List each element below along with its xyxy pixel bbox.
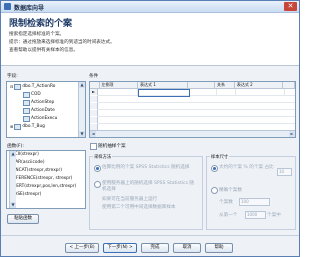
next-button[interactable]: 下一步(N) >	[103, 243, 137, 253]
size-option-1-label: 大约的个案 % 的个案 占比	[219, 165, 274, 170]
grid-header-cell	[90, 82, 100, 88]
database-wizard-window: 数据库向导 ✕ 限制检索的个案 搜索指定选择标准的个案。 提示：通过拖放来选择标…	[0, 0, 300, 257]
method-radio-1[interactable]	[94, 165, 101, 172]
help-button[interactable]: 帮助	[205, 243, 233, 253]
size-from-suffix: 个案中	[267, 213, 281, 218]
conditions-hscrollbar[interactable]: ◄ ►	[90, 130, 295, 137]
tree-item-label: ActionStep	[31, 100, 55, 105]
tree-table-actionro[interactable]: ⊟ dbo.T_ActionRo	[10, 83, 55, 90]
tree-field-actionexecu[interactable]: ActionExecu	[23, 115, 57, 122]
tree-item-label: ActionExecu	[31, 116, 58, 121]
tree-item-label: COD	[31, 92, 41, 97]
scroll-down-icon[interactable]: ▼	[10, 202, 16, 208]
grid-header-expr1[interactable]: 表达式 1	[138, 82, 188, 88]
tree-item-label: ActionDate	[31, 108, 55, 113]
method-option-1-label: 估算比例的个案 SPSS Statistics 随机选择	[102, 165, 190, 170]
sampling-method-group: 采样方法 估算比例的个案 SPSS Statistics 随机选择 使用服务器上…	[89, 154, 203, 230]
table-icon	[14, 123, 22, 130]
fields-label: 字段:	[7, 74, 18, 79]
functions-label: 函数(F):	[7, 144, 24, 149]
instruction-line-3: 查看帮助以提供有关样本的信息。	[9, 48, 78, 53]
grid-header-expr2[interactable]: 表达式 2	[235, 82, 283, 88]
instruction-line-1: 搜索指定选择标准的个案。	[9, 32, 65, 37]
page-title: 限制检索的个案	[9, 19, 73, 29]
grid-cell[interactable]	[190, 89, 217, 95]
field-icon	[23, 91, 30, 98]
functions-list[interactable]: ASCII(strexpr) CHAR(asciicode) CONCAT(st…	[6, 150, 86, 209]
table-row[interactable]	[97, 117, 295, 124]
grid-header-relation[interactable]: 关系	[215, 82, 235, 88]
size-count-label: 个案数	[219, 200, 233, 205]
list-item[interactable]: CONCAT(strexpr,strexpr)	[9, 168, 62, 173]
back-button[interactable]: < 上一步(B)	[65, 243, 99, 253]
table-icon	[14, 83, 22, 90]
table-row[interactable]	[97, 110, 295, 117]
sampling-method-caption: 采样方法	[93, 154, 113, 160]
random-sample-label: 随机抽样个案	[98, 144, 126, 149]
table-row[interactable]	[97, 103, 295, 110]
method-option-2-label: 使用服务器上的随机选择 SPSS Statistics 随机选择	[102, 181, 195, 192]
tree-table-bug[interactable]: ⊞ dbo.T_Bug	[10, 123, 45, 130]
list-item[interactable]: DIFFERENCE(strexpr, strexpr)	[9, 176, 72, 181]
size-radio-percent[interactable]	[211, 165, 218, 172]
close-button[interactable]: ✕	[284, 2, 297, 11]
scroll-up-icon[interactable]: ▲	[10, 151, 16, 157]
paste-function-button[interactable]: 粘贴函数	[7, 214, 39, 224]
count-field[interactable]: 100	[239, 198, 270, 206]
method-note: 如果可在当前服务器上运行	[102, 197, 158, 202]
sample-size-group: 样本尺寸 大约的个案 % 的个案 占比 10 精确个案数 个案数 100 从第一…	[206, 154, 296, 230]
grid-header-row: 左侧项 表达式 1 关系 表达式 2	[90, 82, 295, 89]
size-option-2-label: 精确个案数	[219, 188, 242, 193]
fields-tree[interactable]: ⊟ dbo.T_ActionRo COD ActionStep ActionDat…	[6, 81, 86, 138]
field-icon	[23, 107, 30, 114]
grid-cell[interactable]	[236, 89, 285, 95]
fields-vscrollbar[interactable]: ▲ ▼	[78, 82, 85, 137]
grid-header-left-item[interactable]: 左侧项	[100, 82, 139, 88]
scroll-right-icon[interactable]: ►	[289, 131, 295, 137]
expand-icon[interactable]: ⊞	[10, 124, 13, 129]
scroll-left-icon[interactable]: ◄	[90, 131, 96, 137]
field-icon	[23, 115, 30, 122]
cancel-button[interactable]: 取消	[173, 243, 201, 253]
table-row[interactable]	[97, 89, 295, 97]
grid-cell[interactable]	[217, 89, 236, 95]
tree-field-actiondate[interactable]: ActionDate	[23, 107, 55, 114]
scroll-up-icon[interactable]: ▲	[79, 82, 85, 88]
method-note-2: 使用第二个可用中间选择数据库样本	[102, 205, 176, 210]
title-bar: 数据库向导 ✕	[1, 1, 299, 13]
scroll-down-icon[interactable]: ▼	[79, 131, 85, 137]
functions-vscrollbar[interactable]: ▲ ▼	[9, 151, 16, 208]
conditions-grid[interactable]: 左侧项 表达式 1 关系 表达式 2 ◄ ►	[89, 81, 296, 138]
conditions-label: 条件	[89, 74, 99, 79]
window-title: 数据库向导	[14, 5, 45, 12]
tree-item-label: dbo.T_ActionRo	[22, 84, 56, 89]
from-field[interactable]: 1000	[245, 211, 266, 219]
wizard-header: 限制检索的个案 搜索指定选择标准的个案。 提示：通过拖放来选择标准的到适当的时间…	[1, 13, 299, 66]
tree-field-actionstep[interactable]: ActionStep	[23, 99, 54, 106]
wizard-footer: < 上一步(B) 下一步(N) > 完成 取消 帮助	[1, 235, 299, 256]
grid-cell[interactable]	[97, 89, 138, 95]
collapse-icon[interactable]: ⊟	[10, 84, 13, 89]
list-item[interactable]: INSERT(strexpr,pos,len,strexpr)	[9, 184, 76, 189]
instruction-line-2: 提示：通过拖放来选择标准的到适当的时间表达式。	[9, 40, 115, 45]
size-from-label: 从第一个	[219, 213, 238, 218]
grid-header-cell	[283, 82, 295, 88]
percent-stepper[interactable]: 10	[277, 168, 292, 176]
tree-item-label: dbo.T_Bug	[22, 124, 45, 129]
app-icon	[4, 3, 11, 10]
table-row[interactable]	[97, 96, 295, 103]
tree-field-cod[interactable]: COD	[23, 91, 41, 98]
finish-button[interactable]: 完成	[141, 243, 169, 253]
random-sample-checkbox[interactable]	[90, 143, 97, 150]
size-radio-exact[interactable]	[211, 187, 218, 194]
field-icon	[23, 99, 30, 106]
method-radio-2[interactable]	[94, 181, 101, 188]
grid-header-cell	[188, 82, 216, 88]
sample-size-caption: 样本尺寸	[210, 154, 230, 160]
